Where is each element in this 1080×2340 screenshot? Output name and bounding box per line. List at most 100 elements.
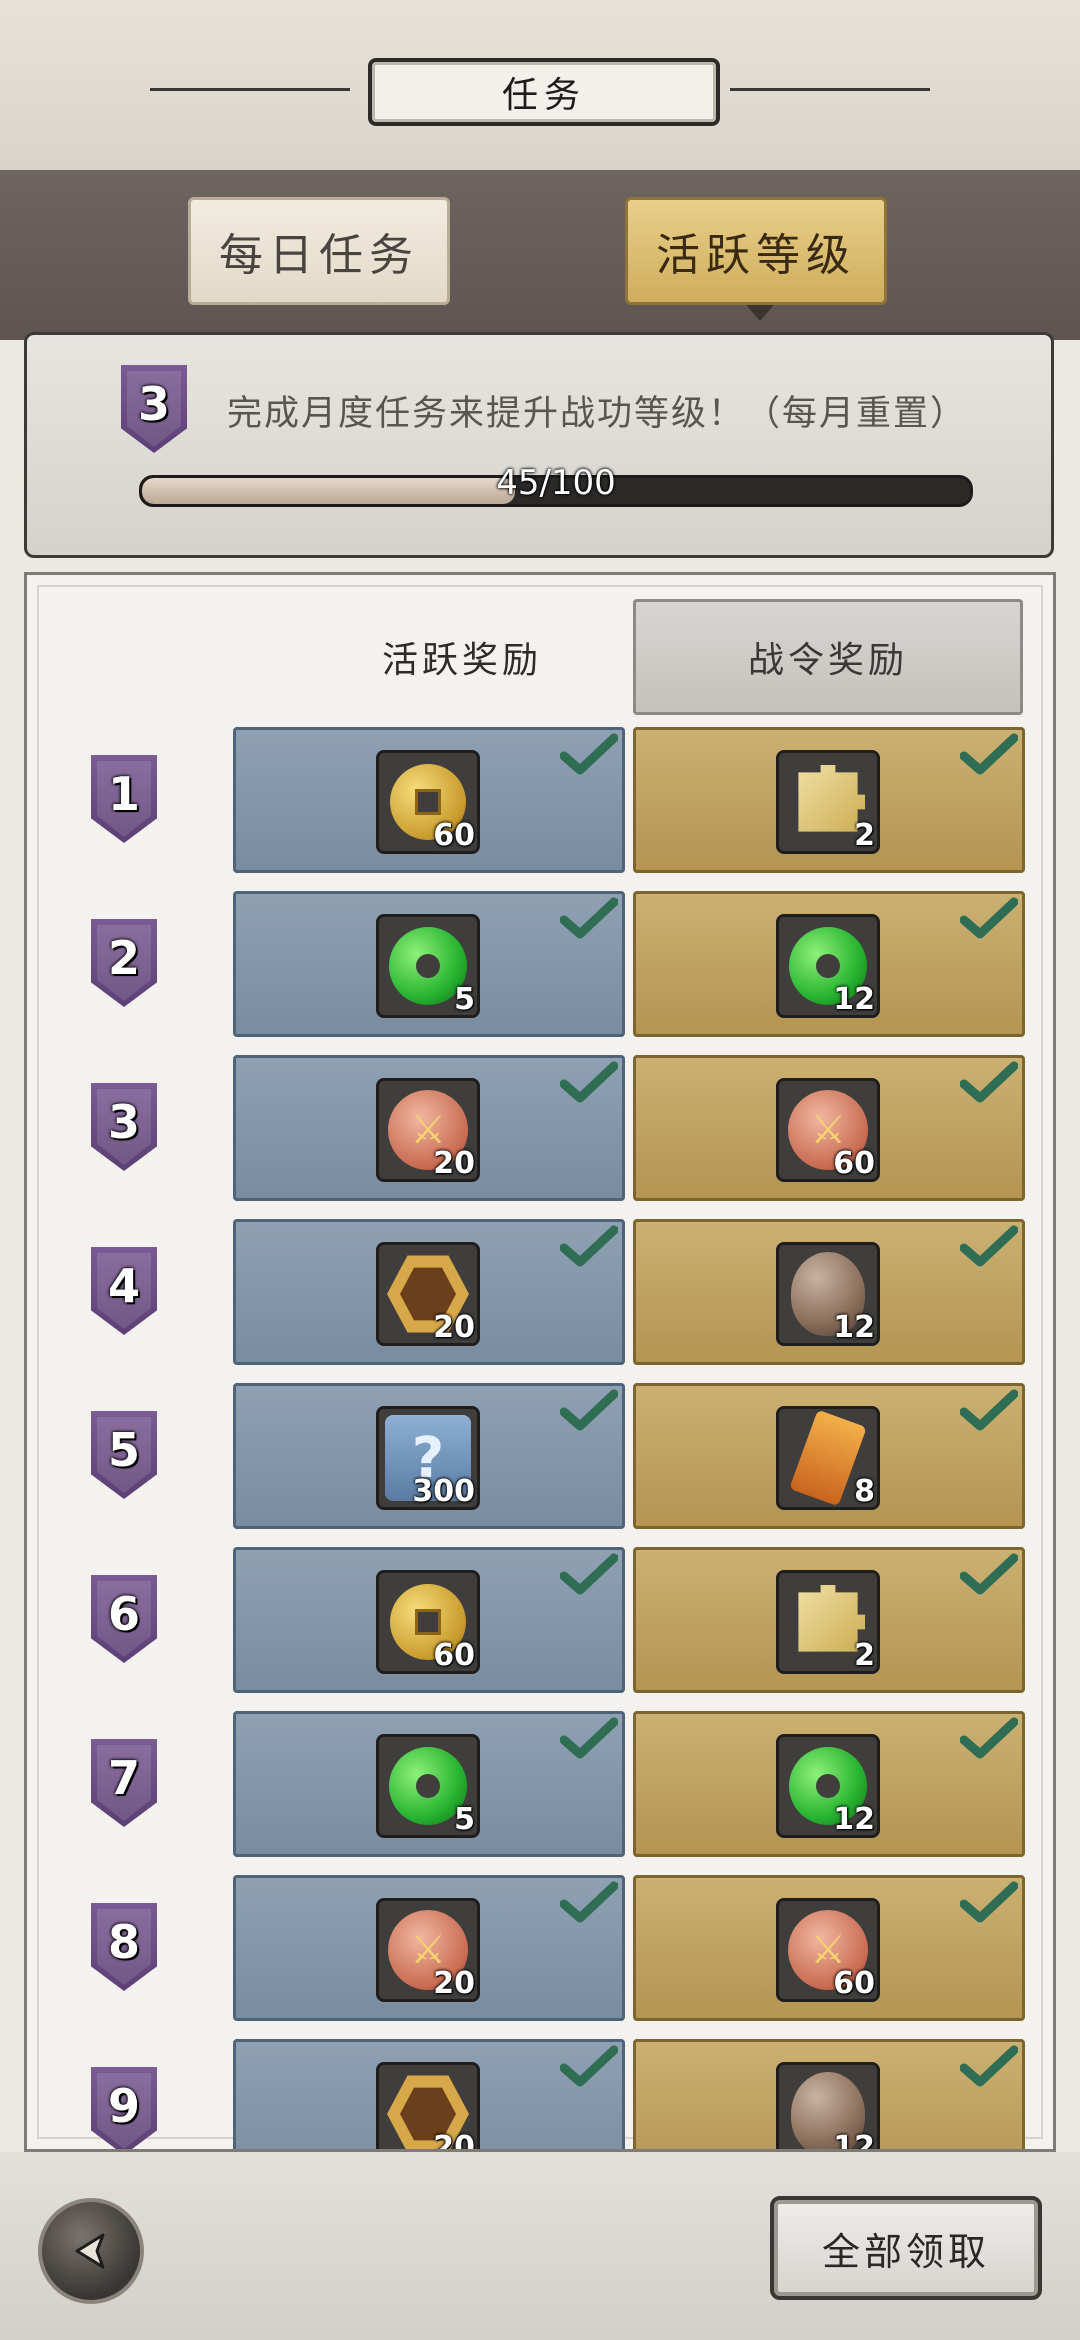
reward-cell-free[interactable]: 5	[233, 891, 625, 1037]
reward-item[interactable]: ⚔ 20	[376, 1078, 480, 1182]
reward-item[interactable]: 5	[376, 914, 480, 1018]
claimed-check-icon	[560, 1061, 618, 1103]
reward-quantity: 20	[433, 1146, 475, 1181]
back-button[interactable]	[38, 2198, 144, 2304]
reward-cell-free[interactable]: ? 300	[233, 1383, 625, 1529]
claimed-check-icon	[560, 1717, 618, 1759]
reward-item[interactable]: 5	[376, 1734, 480, 1838]
reward-row: 7 5 12	[27, 1711, 1053, 1861]
current-level: 3	[137, 377, 170, 431]
claimed-check-icon	[960, 1061, 1018, 1103]
reward-quantity: 20	[433, 2130, 475, 2152]
reward-quantity: 8	[854, 1474, 875, 1509]
level-banner: 6	[91, 1575, 157, 1663]
reward-item[interactable]: ⚔ 20	[376, 1898, 480, 2002]
reward-cell-pass[interactable]: 2	[633, 727, 1025, 873]
claimed-check-icon	[960, 2045, 1018, 2087]
reward-item[interactable]: ? 300	[376, 1406, 480, 1510]
claimed-check-icon	[960, 1717, 1018, 1759]
reward-cell-pass[interactable]: 8	[633, 1383, 1025, 1529]
claimed-check-icon	[960, 1225, 1018, 1267]
reward-quantity: 12	[833, 1802, 875, 1837]
tab-daily-tasks[interactable]: 每日任务	[188, 197, 450, 305]
row-level: 6	[107, 1587, 140, 1641]
reward-item[interactable]: 12	[776, 1242, 880, 1346]
row-level: 1	[107, 767, 140, 821]
level-banner: 5	[91, 1411, 157, 1499]
reward-item[interactable]: 60	[376, 750, 480, 854]
reward-cell-pass[interactable]: 12	[633, 2039, 1025, 2152]
reward-cell-pass[interactable]: 12	[633, 891, 1025, 1037]
row-level: 7	[107, 1751, 140, 1805]
level-banner: 4	[91, 1247, 157, 1335]
reward-item[interactable]: 12	[776, 914, 880, 1018]
row-level: 8	[107, 1915, 140, 1969]
reward-item[interactable]: 12	[776, 2062, 880, 2152]
reward-item[interactable]: 2	[776, 1570, 880, 1674]
progress-text: 45/100	[496, 463, 616, 503]
reward-row: 5 ? 300 8	[27, 1383, 1053, 1533]
reward-row: 2 5 12	[27, 891, 1053, 1041]
reward-item[interactable]: 20	[376, 2062, 480, 2152]
claimed-check-icon	[960, 1881, 1018, 1923]
reward-cell-pass[interactable]: 2	[633, 1547, 1025, 1693]
progress-description: 完成月度任务来提升战功等级！（每月重置）	[227, 394, 968, 434]
tab-activity-level[interactable]: 活跃等级	[625, 197, 887, 305]
claimed-check-icon	[560, 897, 618, 939]
claimed-check-icon	[560, 1553, 618, 1595]
claimed-check-icon	[560, 1881, 618, 1923]
claimed-check-icon	[960, 897, 1018, 939]
level-progress-panel: 3 完成月度任务来提升战功等级！（每月重置） 45/100	[24, 332, 1054, 558]
reward-item[interactable]: 8	[776, 1406, 880, 1510]
reward-quantity: 60	[433, 1638, 475, 1673]
claimed-check-icon	[560, 733, 618, 775]
reward-cell-free[interactable]: 5	[233, 1711, 625, 1857]
tab-band	[0, 170, 1080, 340]
reward-item[interactable]: 20	[376, 1242, 480, 1346]
claimed-check-icon	[960, 733, 1018, 775]
claimed-check-icon	[560, 1389, 618, 1431]
reward-cell-free[interactable]: 60	[233, 1547, 625, 1693]
claim-all-button[interactable]: 全部领取	[770, 2196, 1042, 2300]
reward-item[interactable]: ⚔ 60	[776, 1898, 880, 2002]
level-banner: 8	[91, 1903, 157, 1991]
title-divider-left	[150, 88, 350, 91]
reward-quantity: 60	[833, 1966, 875, 2001]
reward-cell-pass[interactable]: 12	[633, 1219, 1025, 1365]
reward-cell-pass[interactable]: ⚔ 60	[633, 1875, 1025, 2021]
reward-row: 1 60 2	[27, 727, 1053, 877]
reward-quantity: 12	[833, 2130, 875, 2152]
reward-cell-free[interactable]: ⚔ 20	[233, 1055, 625, 1201]
reward-panel: 活跃奖励 战令奖励 1 60 2 2 5 12 3 ⚔ 20 ⚔ 60 4 20 12 5? 300 8 6 60 2…	[24, 572, 1056, 2152]
reward-quantity: 12	[833, 1310, 875, 1345]
reward-cell-pass[interactable]: 12	[633, 1711, 1025, 1857]
reward-item[interactable]: 60	[376, 1570, 480, 1674]
reward-row: 9 20 12	[27, 2039, 1053, 2152]
reward-quantity: 5	[454, 1802, 475, 1837]
column-pass-rewards[interactable]: 战令奖励	[633, 599, 1023, 715]
reward-item[interactable]: 2	[776, 750, 880, 854]
reward-cell-free[interactable]: 20	[233, 1219, 625, 1365]
level-banner: 3	[121, 365, 187, 453]
reward-quantity: 60	[833, 1146, 875, 1181]
reward-quantity: 60	[433, 818, 475, 853]
row-level: 2	[107, 931, 140, 985]
claimed-check-icon	[560, 1225, 618, 1267]
reward-item[interactable]: ⚔ 60	[776, 1078, 880, 1182]
claimed-check-icon	[560, 2045, 618, 2087]
reward-quantity: 20	[433, 1310, 475, 1345]
reward-quantity: 20	[433, 1966, 475, 2001]
row-level: 3	[107, 1095, 140, 1149]
reward-cell-pass[interactable]: ⚔ 60	[633, 1055, 1025, 1201]
reward-cell-free[interactable]: 20	[233, 2039, 625, 2152]
reward-cell-free[interactable]: ⚔ 20	[233, 1875, 625, 2021]
reward-item[interactable]: 12	[776, 1734, 880, 1838]
column-free-rewards: 活跃奖励	[381, 640, 542, 681]
reward-row: 3 ⚔ 20 ⚔ 60	[27, 1055, 1053, 1205]
active-tab-pointer	[746, 305, 774, 321]
reward-cell-free[interactable]: 60	[233, 727, 625, 873]
reward-quantity: 12	[833, 982, 875, 1017]
level-banner: 2	[91, 919, 157, 1007]
level-banner: 9	[91, 2067, 157, 2149]
reward-quantity: 300	[412, 1474, 475, 1509]
